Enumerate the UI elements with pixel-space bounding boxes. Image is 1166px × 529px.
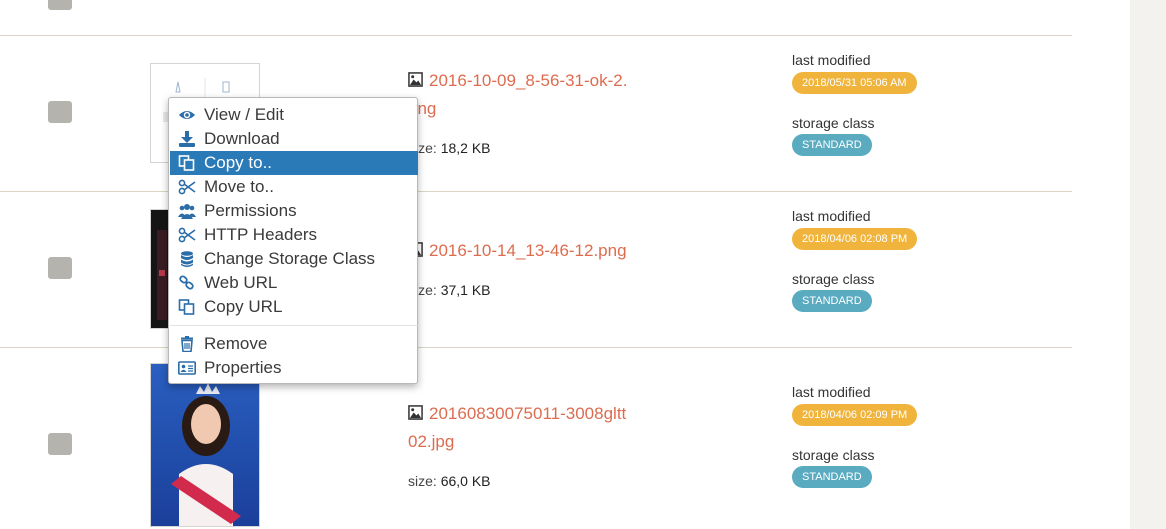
row-checkbox[interactable]	[48, 433, 72, 455]
menu-item-copy-to[interactable]: Copy to..	[170, 151, 418, 175]
size-value: 37,1 KB	[440, 282, 491, 298]
row-checkbox[interactable]	[48, 257, 72, 279]
row-checkbox[interactable]	[48, 101, 72, 123]
file-size: size: 66,0 KB	[408, 473, 491, 489]
menu-item-label: View / Edit	[204, 105, 285, 124]
last-modified-badge: 2018/04/06 02:09 PM	[792, 404, 918, 426]
menu-item-label: HTTP Headers	[204, 225, 318, 244]
menu-item-download[interactable]: Download	[170, 127, 418, 151]
size-label: size:	[408, 473, 437, 489]
right-gutter	[1130, 0, 1166, 529]
eye-icon	[179, 111, 195, 119]
menu-item-label: Permissions	[204, 201, 297, 220]
context-menu: View / Edit Download Copy to.. Move to..	[168, 97, 418, 384]
size-value: 18,2 KB	[440, 140, 491, 156]
storage-class-label: storage class	[792, 115, 875, 131]
row-divider	[0, 191, 1072, 192]
last-modified-badge: 2018/05/31 05:06 AM	[792, 72, 917, 94]
row-divider	[0, 347, 1072, 348]
menu-item-move-to[interactable]: Move to..	[170, 175, 418, 199]
scissors-icon	[178, 227, 196, 243]
menu-item-web-url[interactable]: Web URL	[170, 271, 418, 295]
menu-item-permissions[interactable]: Permissions	[170, 199, 418, 223]
image-file-icon	[408, 72, 423, 87]
menu-item-label: Copy to..	[204, 153, 273, 172]
menu-item-label: Copy URL	[204, 297, 283, 316]
file-name-text: 2016-10-14_13-46-12.png	[429, 241, 627, 260]
file-thumbnail[interactable]	[150, 363, 260, 527]
link-icon	[179, 275, 194, 290]
menu-separator	[170, 325, 418, 326]
file-name-text: 20160830075011-3008gltt	[429, 404, 627, 423]
menu-item-remove[interactable]: Remove	[170, 332, 418, 356]
menu-item-view-edit[interactable]: View / Edit	[170, 103, 418, 127]
storage-class-badge: STANDARD	[792, 290, 872, 312]
thumbnail-image	[151, 364, 259, 526]
menu-item-label: Change Storage Class	[204, 249, 376, 268]
copy-icon	[178, 155, 195, 171]
file-size: size: 37,1 KB	[408, 282, 491, 298]
last-modified-badge: 2018/04/06 02:08 PM	[792, 228, 918, 250]
id-card-icon	[178, 361, 196, 375]
file-name-link[interactable]: 20160830075011-3008gltt 02.jpg	[408, 400, 668, 456]
menu-item-http-headers[interactable]: HTTP Headers	[170, 223, 418, 247]
storage-class-label: storage class	[792, 447, 875, 463]
users-icon	[178, 204, 196, 219]
scissors-icon	[178, 179, 196, 195]
last-modified-label: last modified	[792, 384, 871, 400]
menu-item-change-storage-class[interactable]: Change Storage Class	[170, 247, 418, 271]
menu-item-copy-url[interactable]: Copy URL	[170, 295, 418, 319]
row-divider	[0, 35, 1072, 36]
file-name-text: 2016-10-09_8-56-31-ok-2.	[429, 71, 628, 90]
download-icon	[179, 131, 195, 147]
storage-class-badge: STANDARD	[792, 134, 872, 156]
menu-item-label: Download	[204, 129, 280, 148]
menu-item-label: Properties	[204, 358, 282, 377]
menu-item-label: Remove	[204, 334, 268, 353]
size-value: 66,0 KB	[440, 473, 491, 489]
file-name-link[interactable]: 2016-10-14_13-46-12.png	[408, 237, 668, 265]
storage-class-label: storage class	[792, 271, 875, 287]
trash-icon	[181, 336, 193, 352]
last-modified-label: last modified	[792, 208, 871, 224]
file-size: size: 18,2 KB	[408, 140, 491, 156]
menu-item-label: Move to..	[204, 177, 274, 196]
file-name-text-cont: 02.jpg	[408, 432, 455, 451]
row-checkbox[interactable]	[48, 0, 72, 10]
menu-item-properties[interactable]: Properties	[170, 356, 418, 380]
copy-icon	[178, 299, 195, 315]
storage-class-badge: STANDARD	[792, 466, 872, 488]
last-modified-label: last modified	[792, 52, 871, 68]
database-icon	[181, 251, 193, 267]
menu-item-label: Web URL	[204, 273, 278, 292]
file-name-link[interactable]: 2016-10-09_8-56-31-ok-2. png	[408, 67, 668, 123]
image-file-icon	[408, 405, 423, 420]
